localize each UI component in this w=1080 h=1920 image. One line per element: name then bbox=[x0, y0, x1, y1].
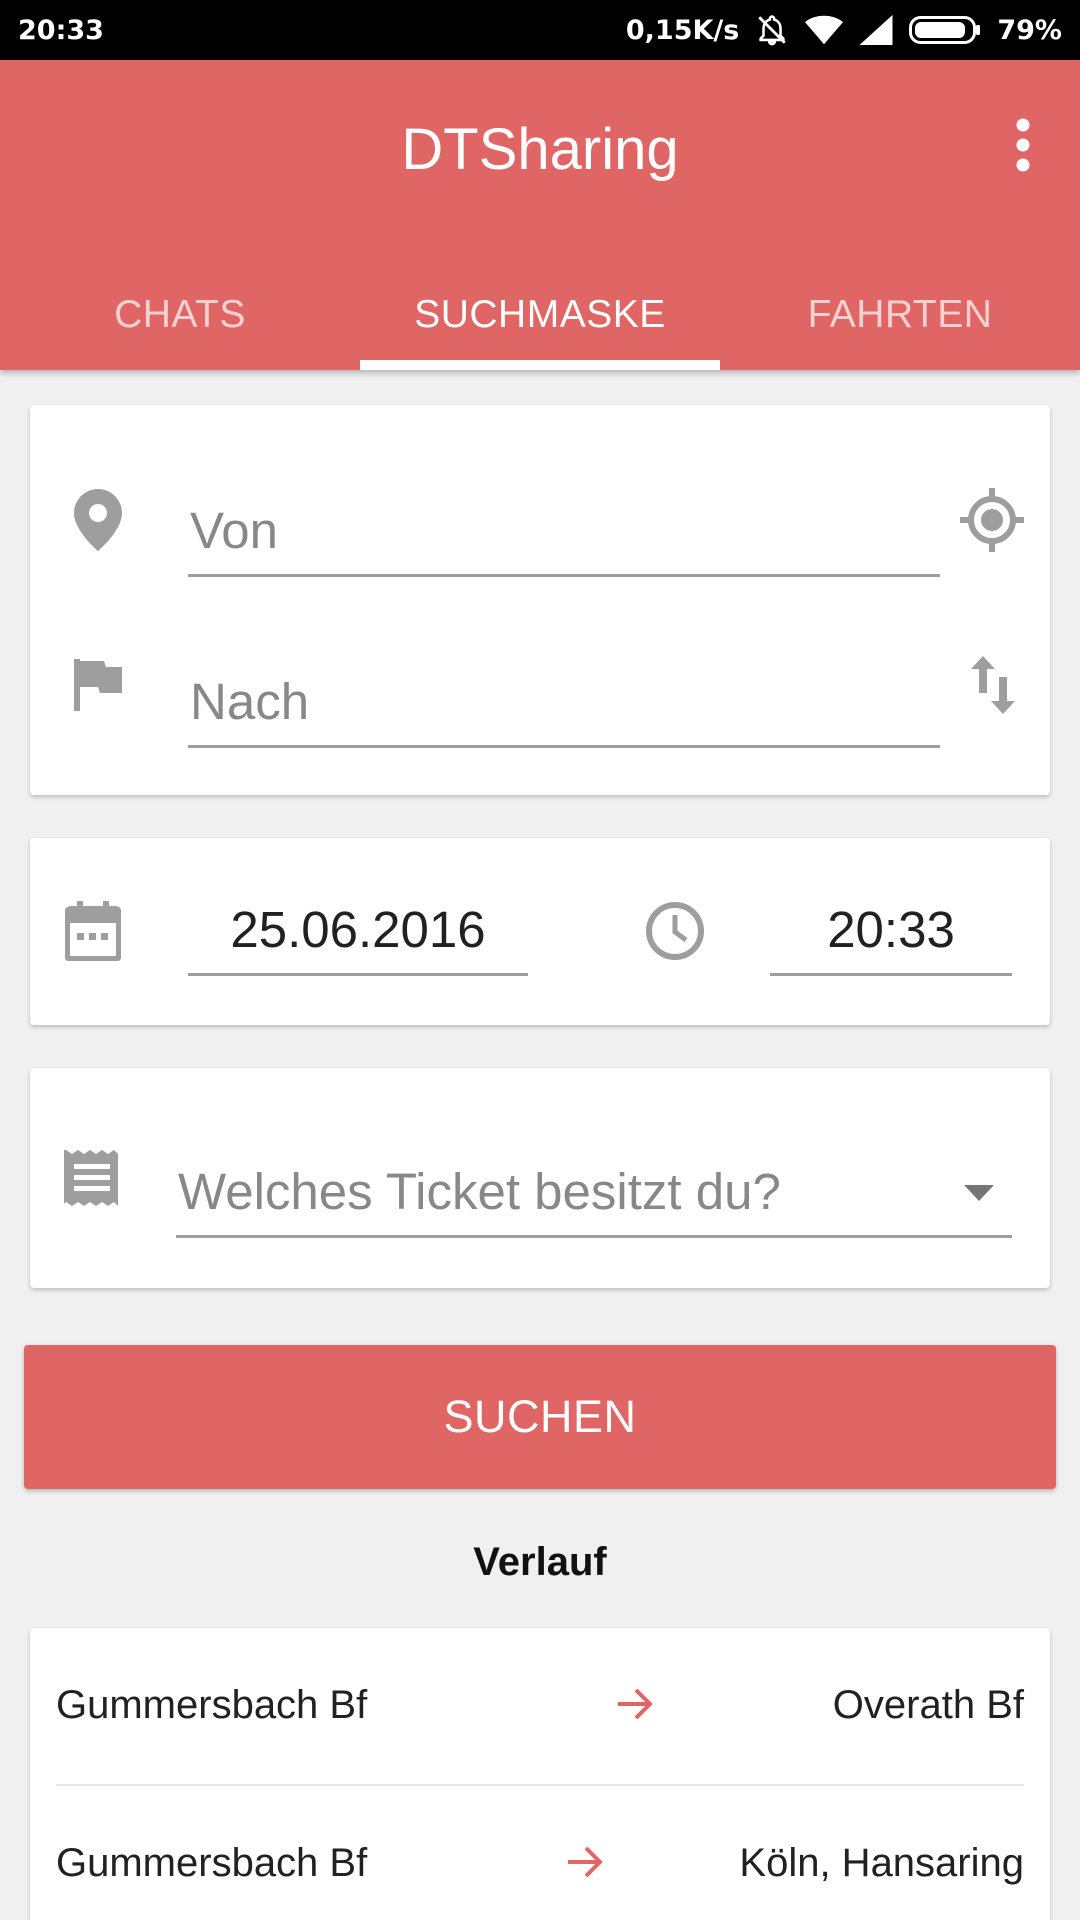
dropdown-arrow-icon bbox=[964, 1185, 994, 1201]
signal-icon bbox=[859, 15, 893, 45]
route-card: Von Nach bbox=[30, 405, 1050, 795]
from-input[interactable]: Von bbox=[188, 465, 940, 577]
history-from: Gummersbach Bf bbox=[56, 1683, 368, 1727]
swap-vertical-icon bbox=[971, 656, 1015, 714]
flag-icon bbox=[68, 655, 128, 715]
history-item[interactable]: Gummersbach Bf Overath Bf bbox=[56, 1628, 1024, 1784]
time-input[interactable]: 20:33 bbox=[770, 868, 1012, 976]
overflow-menu-button[interactable] bbox=[988, 110, 1058, 180]
my-location-button[interactable] bbox=[952, 480, 1032, 560]
status-icons: 0,15K/s 79% bbox=[626, 13, 1062, 47]
app-bar: DTSharing CHATS SUCHMASKE FAHRTEN bbox=[0, 60, 1080, 370]
date-input[interactable]: 25.06.2016 bbox=[188, 868, 528, 976]
history-to: Overath Bf bbox=[832, 1683, 1024, 1727]
tab-suchmaske[interactable]: SUCHMASKE bbox=[360, 260, 720, 370]
tab-bar: CHATS SUCHMASKE FAHRTEN bbox=[0, 260, 1080, 370]
battery-percent: 79% bbox=[997, 14, 1062, 46]
history-title: Verlauf bbox=[473, 1540, 607, 1584]
calendar-icon bbox=[62, 898, 124, 964]
tab-fahrten[interactable]: FAHRTEN bbox=[720, 260, 1080, 370]
location-pin-icon bbox=[68, 485, 128, 555]
history-from: Gummersbach Bf bbox=[56, 1841, 368, 1885]
tab-chats[interactable]: CHATS bbox=[0, 260, 360, 370]
search-button[interactable]: SUCHEN bbox=[24, 1345, 1056, 1489]
clock-icon bbox=[642, 898, 708, 964]
swap-button[interactable] bbox=[960, 650, 1026, 720]
ticket-placeholder: Welches Ticket besitzt du? bbox=[178, 1163, 781, 1220]
from-placeholder: Von bbox=[190, 502, 278, 559]
ticket-card: Welches Ticket besitzt du? bbox=[30, 1068, 1050, 1288]
to-placeholder: Nach bbox=[190, 673, 310, 730]
battery-icon bbox=[909, 16, 981, 44]
arrow-right-icon bbox=[616, 1686, 656, 1731]
history-item[interactable]: Gummersbach Bf Köln, Hansaring bbox=[56, 1786, 1024, 1920]
network-speed: 0,15K/s bbox=[625, 14, 740, 46]
arrow-right-icon bbox=[566, 1844, 606, 1889]
status-bar: 20:33 0,15K/s 79% bbox=[0, 0, 1080, 60]
app-title: DTSharing bbox=[401, 117, 679, 182]
history-to: Köln, Hansaring bbox=[739, 1841, 1024, 1885]
gps-target-icon bbox=[960, 488, 1024, 552]
ticket-select[interactable]: Welches Ticket besitzt du? bbox=[176, 1128, 1012, 1238]
history-card: Gummersbach Bf Overath Bf Gummersbach Bf… bbox=[30, 1628, 1050, 1920]
receipt-icon bbox=[62, 1146, 122, 1210]
alarm-off-icon bbox=[755, 13, 789, 47]
time-value: 20:33 bbox=[827, 901, 955, 958]
datetime-card: 25.06.2016 20:33 bbox=[30, 838, 1050, 1025]
more-vert-icon bbox=[1016, 118, 1030, 172]
status-time: 20:33 bbox=[18, 14, 104, 46]
to-input[interactable]: Nach bbox=[188, 633, 940, 748]
wifi-icon bbox=[805, 15, 844, 45]
date-value: 25.06.2016 bbox=[230, 901, 486, 958]
